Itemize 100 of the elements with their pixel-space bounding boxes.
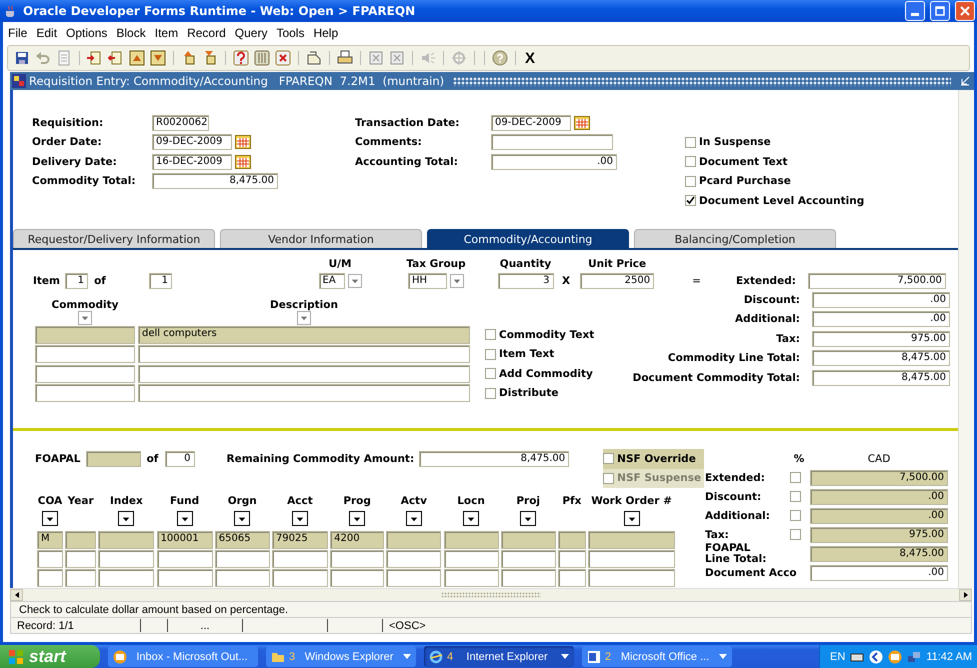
tab[interactable]: Requestor/Delivery Information — [13, 229, 215, 248]
table-cell[interactable] — [35, 364, 135, 383]
page-icon[interactable] — [56, 50, 72, 66]
checkbox[interactable] — [603, 453, 614, 464]
network-icon[interactable] — [907, 650, 922, 664]
table-cell[interactable] — [558, 550, 586, 568]
language-indicator[interactable]: EN — [830, 650, 846, 662]
checkbox[interactable] — [685, 136, 696, 148]
table-cell[interactable] — [156, 568, 213, 586]
menu-item[interactable]: Options — [62, 25, 112, 41]
input-field[interactable] — [86, 450, 140, 466]
checkbox[interactable] — [685, 156, 696, 168]
input-field[interactable]: 8,475.00 — [810, 546, 948, 562]
maximize-button[interactable] — [930, 1, 950, 21]
checkbox[interactable] — [790, 491, 801, 502]
help-icon[interactable] — [492, 50, 508, 66]
table-cell[interactable] — [156, 550, 213, 568]
taskbar-button[interactable]: Inbox - Microsoft Out... — [108, 646, 258, 667]
stacked-boxes-icon[interactable] — [202, 50, 218, 66]
input-field[interactable]: 09-DEC-2009 — [152, 134, 232, 150]
menu-item[interactable]: Tools — [272, 25, 308, 41]
table-cell[interactable] — [98, 568, 154, 586]
input-field[interactable]: 8,475.00 — [419, 450, 570, 466]
input-field[interactable]: 16-DEC-2009 — [152, 154, 232, 170]
table-cell[interactable] — [444, 550, 498, 568]
menu-item[interactable]: File — [4, 25, 32, 41]
calendar-icon[interactable] — [235, 154, 251, 169]
close-button[interactable] — [955, 1, 975, 21]
dropdown-button[interactable] — [234, 511, 250, 526]
table-cell[interactable] — [37, 568, 63, 586]
keyboard-icon[interactable] — [850, 650, 864, 662]
table-cell[interactable] — [558, 530, 586, 548]
table-cell[interactable] — [444, 568, 498, 586]
tab[interactable]: Commodity/Accounting — [427, 229, 629, 248]
table-cell[interactable] — [386, 550, 442, 568]
table-cell[interactable]: 79025 — [272, 530, 328, 548]
table-cell[interactable] — [35, 345, 135, 364]
menu-item[interactable]: Item — [150, 25, 182, 41]
printer-icon[interactable] — [337, 50, 353, 66]
table-cell[interactable] — [214, 568, 270, 586]
table-cell[interactable]: 100001 — [156, 530, 213, 548]
question-box-icon[interactable] — [233, 50, 249, 66]
table-cell[interactable] — [272, 550, 328, 568]
table-cell[interactable] — [500, 550, 556, 568]
remove-arrow-icon[interactable] — [108, 50, 124, 66]
dropdown-button[interactable] — [118, 511, 134, 526]
table-cell[interactable] — [214, 550, 270, 568]
minimize-button[interactable] — [905, 1, 925, 21]
table-cell[interactable] — [65, 530, 96, 548]
taskbar-button[interactable]: 4 Internet Explorer — [424, 646, 574, 667]
input-field[interactable]: .00 — [810, 508, 948, 524]
input-field[interactable]: EA — [318, 273, 344, 289]
input-field[interactable]: R0020062 — [152, 114, 209, 131]
table-cell[interactable]: M — [37, 530, 63, 548]
menu-item[interactable]: Query — [230, 25, 272, 41]
undo-icon[interactable] — [35, 50, 51, 66]
checkbox[interactable] — [485, 388, 496, 399]
scrollbar-thumb[interactable] — [441, 592, 541, 598]
scroll-left-button[interactable] — [10, 589, 23, 601]
checkbox[interactable] — [790, 472, 801, 483]
calendar-icon[interactable] — [235, 135, 251, 150]
table-cell[interactable] — [444, 530, 498, 548]
table-cell[interactable] — [35, 384, 135, 402]
table-cell[interactable]: dell computers — [138, 326, 470, 344]
dropdown-button[interactable] — [176, 511, 193, 526]
dropdown-button[interactable] — [463, 511, 479, 526]
scroll-right-button[interactable] — [959, 589, 972, 601]
table-cell[interactable] — [98, 550, 154, 568]
input-field[interactable]: 7,500.00 — [808, 273, 946, 289]
insert-arrow-icon[interactable] — [87, 50, 103, 66]
spreadsheet-icon[interactable] — [389, 50, 405, 66]
input-field[interactable]: 2500 — [580, 273, 654, 289]
checkbox[interactable] — [790, 510, 801, 521]
input-field[interactable]: HH — [408, 273, 447, 289]
cancel-box-icon[interactable] — [275, 50, 291, 66]
dropdown-button[interactable] — [42, 511, 58, 526]
table-cell[interactable] — [330, 550, 384, 568]
table-cell[interactable] — [386, 530, 442, 548]
table-cell[interactable] — [65, 568, 96, 586]
table-cell[interactable] — [37, 550, 63, 568]
dropdown-button[interactable] — [349, 511, 366, 526]
table-cell[interactable] — [500, 530, 556, 548]
input-field[interactable]: 1 — [149, 273, 172, 289]
grid-box-icon[interactable] — [254, 50, 270, 66]
input-field[interactable]: .00 — [812, 311, 950, 328]
input-field[interactable]: 09-DEC-2009 — [491, 114, 571, 131]
table-cell[interactable]: 4200 — [330, 530, 384, 548]
checkbox[interactable] — [685, 176, 696, 187]
input-field[interactable]: 8,475.00 — [812, 370, 950, 386]
restore-arrow-icon[interactable] — [960, 76, 970, 86]
menu-item[interactable]: Record — [183, 25, 230, 41]
input-field[interactable]: .00 — [810, 488, 948, 504]
table-cell[interactable] — [138, 364, 470, 383]
exit-button[interactable]: X — [523, 50, 538, 66]
input-field[interactable]: .00 — [810, 564, 948, 580]
input-field[interactable]: 975.00 — [812, 330, 950, 347]
table-cell[interactable] — [386, 568, 442, 586]
table-cell[interactable] — [558, 568, 586, 586]
input-field[interactable]: 1 — [65, 273, 88, 289]
menu-item[interactable]: Help — [309, 25, 342, 41]
